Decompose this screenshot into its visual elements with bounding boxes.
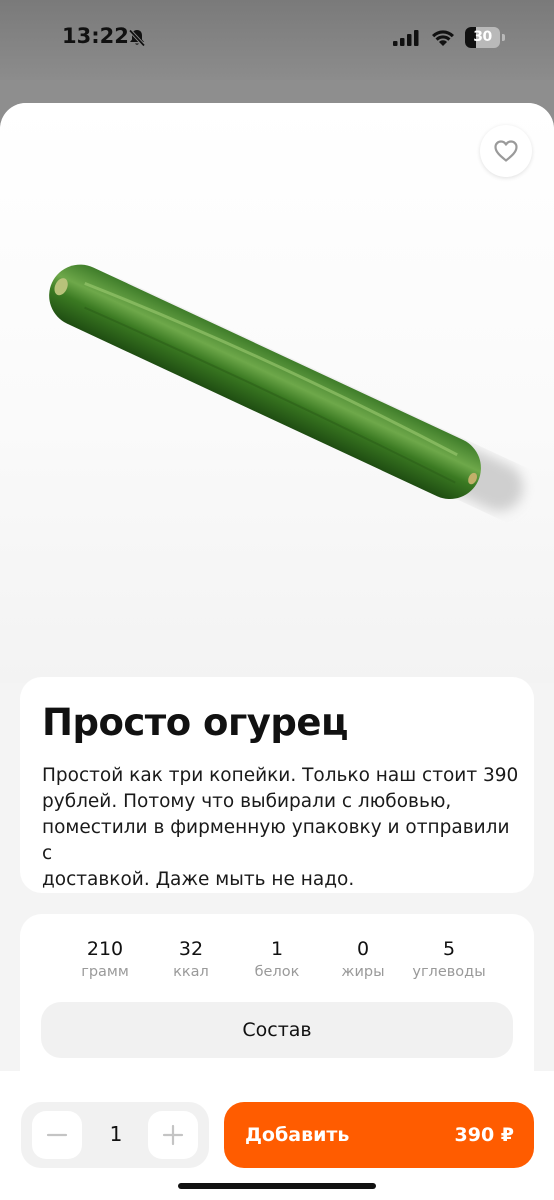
add-to-cart-price: 390 ₽ <box>454 1124 515 1146</box>
nutrition-label: грамм <box>81 964 129 980</box>
quantity-stepper: 1 <box>21 1102 209 1168</box>
product-title: Просто огурец <box>42 701 348 744</box>
decrease-quantity-button[interactable] <box>32 1111 82 1159</box>
nutrition-label: ккал <box>173 964 209 980</box>
product-sheet: Просто огурец Простой как три копейки. Т… <box>0 103 554 1200</box>
minus-icon <box>46 1133 68 1137</box>
battery-level: 30 <box>473 29 492 45</box>
description-line: доставкой. Даже мыть не надо. <box>42 869 355 890</box>
cellular-signal-icon <box>393 30 419 46</box>
quantity-value: 1 <box>109 1122 123 1146</box>
bottom-action-bar: 1 Добавить 390 ₽ <box>0 1071 554 1200</box>
nutrition-value: 210 <box>86 938 124 960</box>
heart-icon <box>494 140 518 162</box>
nutrition-weight: 210 грамм <box>60 938 150 980</box>
nutrition-calories: 32 ккал <box>146 938 236 980</box>
product-image-area <box>0 103 554 683</box>
add-to-cart-button[interactable]: Добавить 390 ₽ <box>224 1102 534 1168</box>
description-line: рублей. Потому что выбирали с любовью, <box>42 791 452 812</box>
status-bar: 13:22 30 <box>0 0 554 80</box>
wifi-icon <box>432 30 454 46</box>
battery-indicator: 30 <box>465 27 505 48</box>
nutrition-label: жиры <box>341 964 385 980</box>
nutrition-value: 32 <box>178 938 204 960</box>
description-line: поместили в фирменную упаковку и отправи… <box>42 817 510 864</box>
nutrition-protein: 1 белок <box>232 938 322 980</box>
product-info-card: Просто огурец Простой как три копейки. Т… <box>20 677 534 893</box>
nutrition-value: 0 <box>356 938 370 960</box>
composition-button[interactable]: Состав <box>41 1002 513 1058</box>
nutrition-value: 5 <box>442 938 456 960</box>
bell-slash-icon <box>128 29 146 47</box>
nutrition-carbs: 5 углеводы <box>404 938 494 980</box>
battery-body: 30 <box>465 27 500 48</box>
nutrition-value: 1 <box>270 938 284 960</box>
add-to-cart-label: Добавить <box>245 1124 350 1146</box>
increase-quantity-button[interactable] <box>148 1111 198 1159</box>
nutrition-facts: 210 грамм 32 ккал 1 белок 0 жиры 5 углев… <box>60 938 490 982</box>
battery-cap <box>502 34 505 41</box>
plus-icon <box>162 1124 184 1146</box>
nutrition-label: белок <box>254 964 300 980</box>
status-time: 13:22 <box>62 24 129 48</box>
description-line: Простой как три копейки. Только наш стои… <box>42 765 519 786</box>
favorite-button[interactable] <box>480 125 532 177</box>
nutrition-fat: 0 жиры <box>318 938 408 980</box>
product-description: Простой как три копейки. Только наш стои… <box>42 763 522 893</box>
home-indicator[interactable] <box>178 1183 376 1189</box>
cucumber-photo <box>49 264 524 512</box>
nutrition-label: углеводы <box>412 964 486 980</box>
